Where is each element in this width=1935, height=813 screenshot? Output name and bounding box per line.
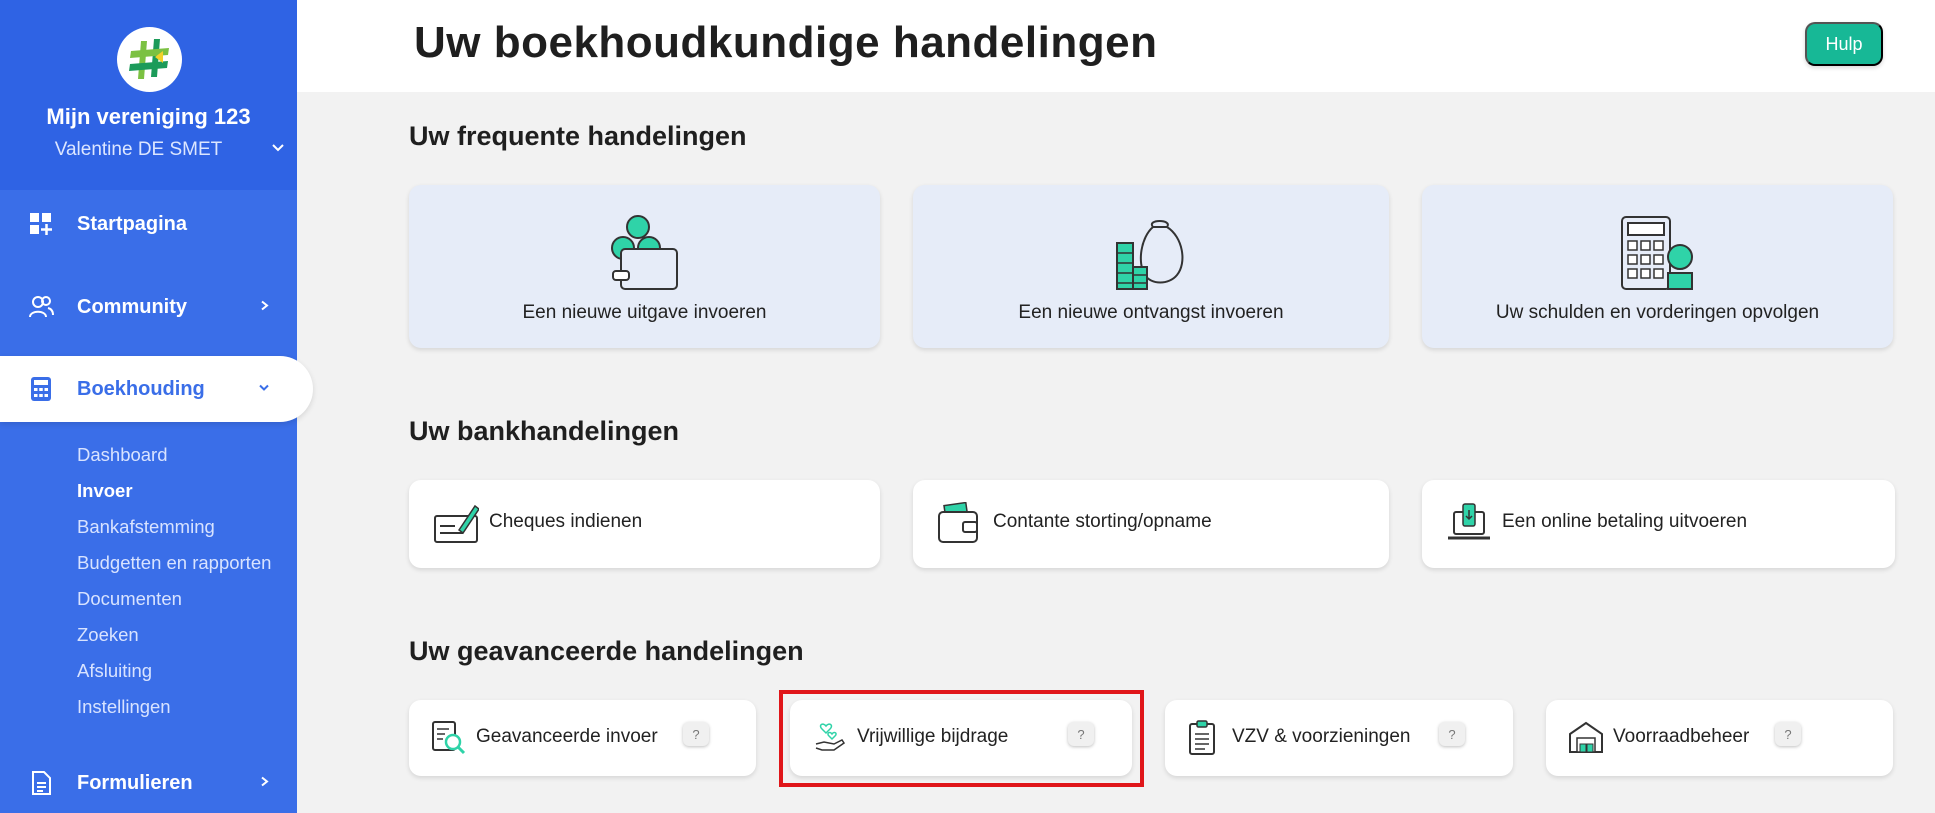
money-bag-icon (1111, 213, 1191, 298)
nav-label-community: Community (77, 295, 187, 318)
subnav-item-bank-reconciliation[interactable]: Bankafstemming (77, 509, 271, 545)
section-title-bank: Uw bankhandelingen (409, 416, 680, 446)
laptop-payment-icon (1446, 502, 1492, 549)
organization-name: Mijn vereniging 123 (46, 104, 251, 129)
subnav-item-documents[interactable]: Documenten (77, 581, 271, 617)
subnav-item-search[interactable]: Zoeken (77, 617, 271, 653)
document-icon (28, 770, 54, 796)
nav-label-home: Startpagina (77, 212, 188, 235)
help-badge[interactable]: ? (683, 722, 709, 746)
online-payment-card[interactable]: Een online betaling uitvoeren (1422, 480, 1895, 568)
subnav-item-closing[interactable]: Afsluiting (77, 653, 271, 689)
users-icon (28, 294, 54, 320)
page-header: Uw boekhoudkundige handelingen Hulp (297, 0, 1935, 92)
cheque-pen-icon (433, 502, 481, 549)
document-search-icon (431, 720, 467, 761)
user-name: Valentine DE SMET (54, 139, 223, 160)
cheques-card[interactable]: Cheques indienen (409, 480, 880, 568)
nav-label-accounting: Boekhouding (77, 377, 205, 400)
sidebar: Mijn vereniging 123 Valentine DE SMET St… (0, 0, 313, 813)
page-title: Uw boekhoudkundige handelingen (414, 18, 1158, 67)
new-expense-card[interactable]: Een nieuwe uitgave invoeren (409, 185, 880, 348)
subnav-item-dashboard[interactable]: Dashboard (77, 437, 271, 473)
card-label: Een nieuwe ontvangst invoeren (1018, 302, 1284, 323)
debts-claims-card[interactable]: Uw schulden en vorderingen opvolgen (1422, 185, 1893, 348)
accounting-subnav: Dashboard Invoer Bankafstemming Budgette… (77, 437, 271, 725)
card-label: Een online betaling uitvoeren (1502, 511, 1748, 532)
selection-highlight (779, 690, 1144, 787)
chevron-down-icon (257, 378, 271, 401)
card-label: Voorraadbeheer (1613, 726, 1750, 747)
new-receipt-card[interactable]: Een nieuwe ontvangst invoeren (913, 185, 1389, 348)
person-wallet-icon (609, 213, 681, 298)
advanced-input-card[interactable]: Geavanceerde invoer ? (409, 700, 756, 776)
card-label: Een nieuwe uitgave invoeren (522, 302, 767, 323)
card-label: Cheques indienen (489, 511, 643, 532)
nav-item-home[interactable]: Startpagina (0, 191, 297, 257)
subnav-item-input[interactable]: Invoer (77, 473, 271, 509)
card-label: Geavanceerde invoer (476, 726, 658, 747)
help-badge[interactable]: ? (1439, 722, 1465, 746)
subnav-item-settings[interactable]: Instellingen (77, 689, 271, 725)
section-title-frequent: Uw frequente handelingen (409, 121, 747, 151)
nav-item-accounting[interactable]: Boekhouding (0, 356, 313, 422)
wallet-icon (937, 501, 981, 549)
calculator-icon (28, 376, 54, 402)
inventory-card[interactable]: Voorraadbeheer ? (1546, 700, 1893, 776)
card-label: VZV & voorzieningen (1232, 726, 1411, 747)
card-label: Contante storting/opname (993, 511, 1212, 532)
nav-label-forms: Formulieren (77, 771, 193, 794)
card-label: Uw schulden en vorderingen opvolgen (1495, 302, 1820, 323)
organization-logo (117, 27, 182, 92)
warehouse-icon (1568, 720, 1604, 759)
nav-item-community[interactable]: Community (0, 274, 297, 340)
chevron-right-icon (257, 296, 271, 319)
calculator-coins-icon (1618, 213, 1698, 298)
clipboard-list-icon (1187, 720, 1219, 761)
organization-switcher[interactable]: Mijn vereniging 123 Valentine DE SMET (0, 0, 297, 190)
help-badge[interactable]: ? (1775, 722, 1801, 746)
subnav-item-budgets-reports[interactable]: Budgetten en rapporten (77, 545, 271, 581)
section-title-advanced: Uw geavanceerde handelingen (409, 636, 804, 666)
cash-deposit-card[interactable]: Contante storting/opname (913, 480, 1389, 568)
chevron-right-icon (257, 772, 271, 795)
nav-item-forms[interactable]: Formulieren (0, 750, 297, 813)
dashboard-icon (28, 211, 54, 237)
help-button[interactable]: Hulp (1805, 22, 1883, 66)
provisions-card[interactable]: VZV & voorzieningen ? (1165, 700, 1513, 776)
chevron-down-icon[interactable] (270, 140, 286, 161)
